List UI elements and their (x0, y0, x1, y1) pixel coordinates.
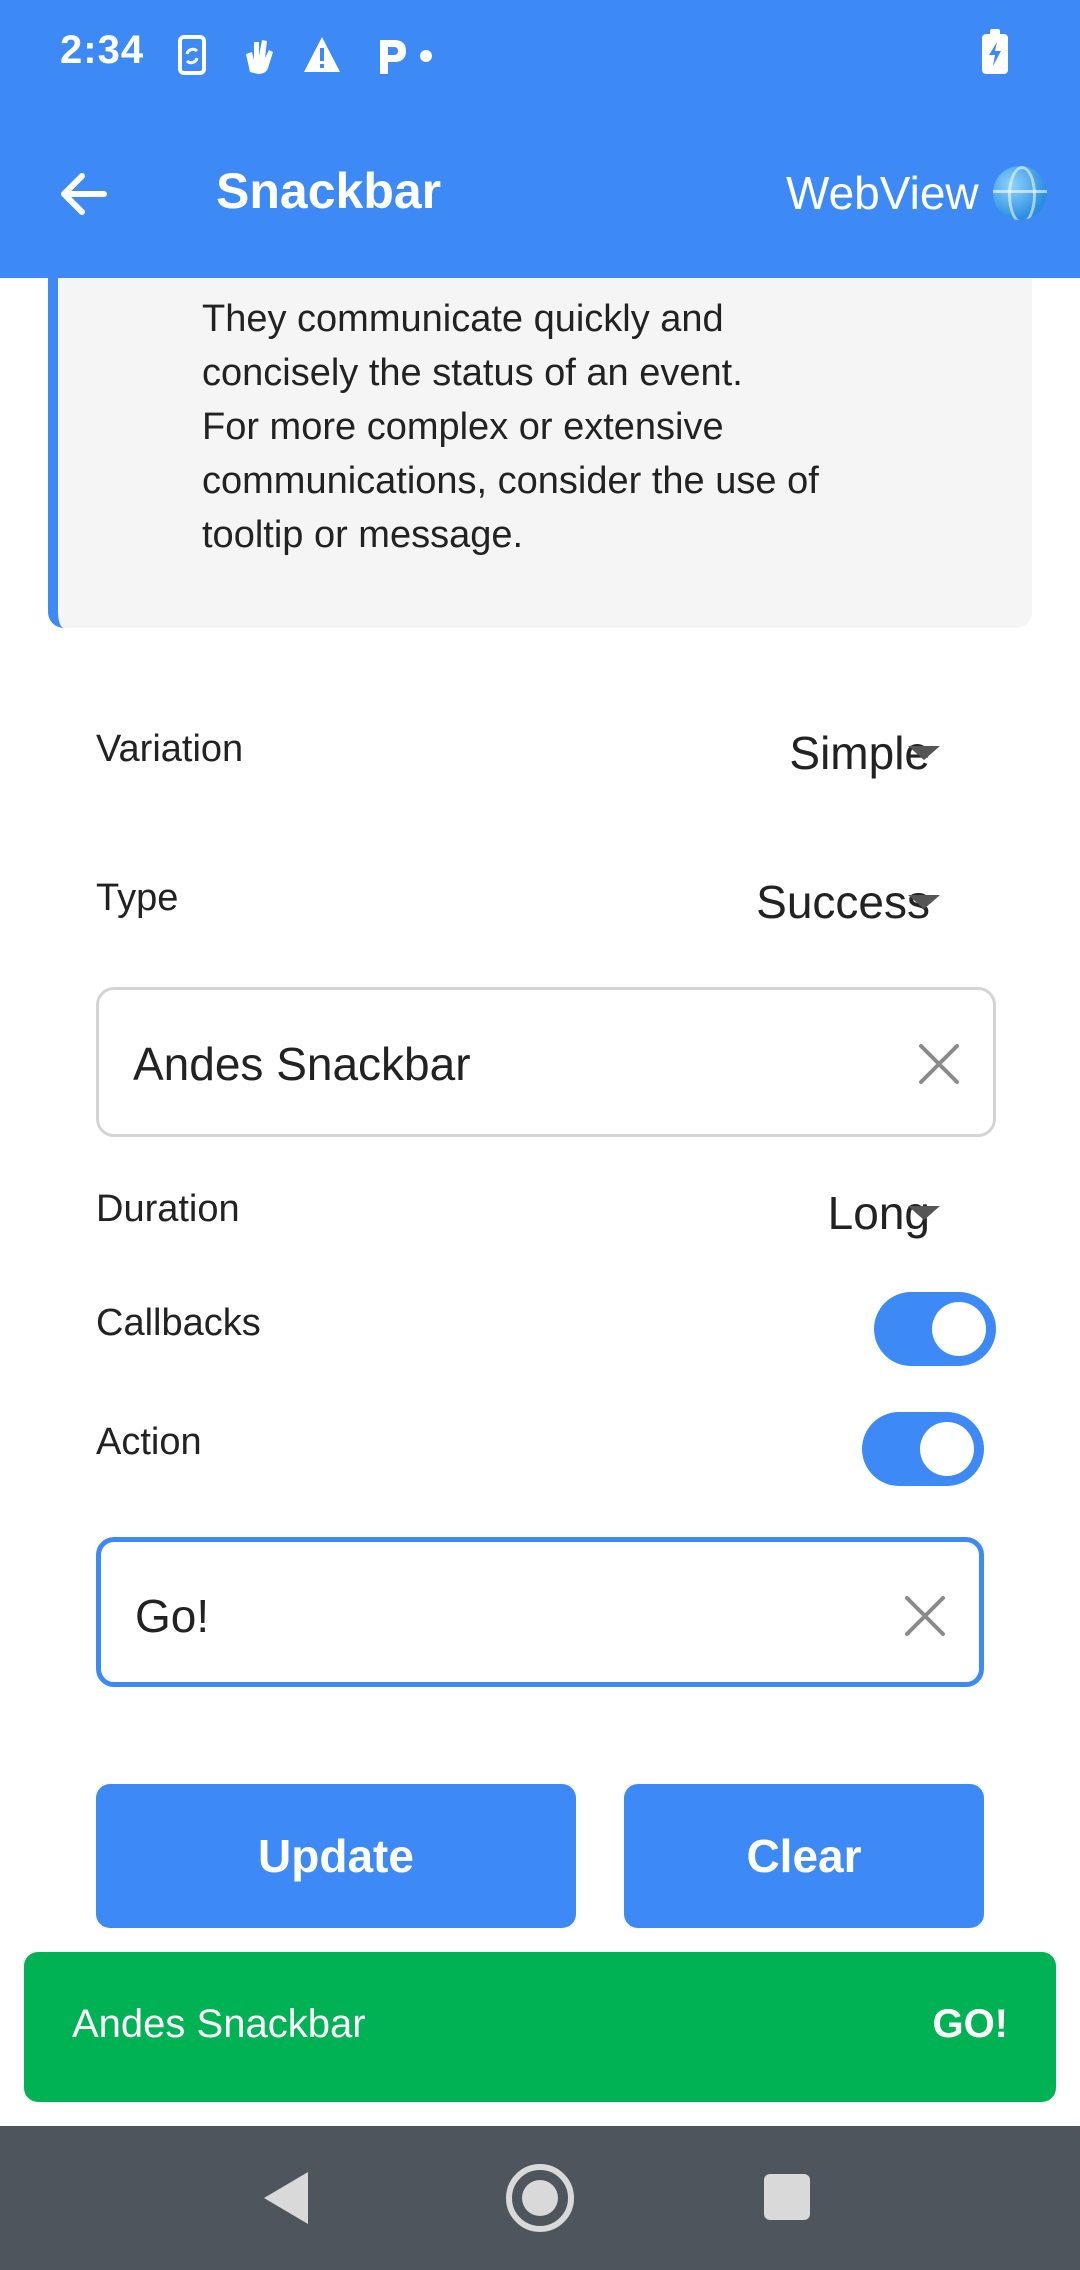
close-icon[interactable] (915, 1040, 963, 1088)
snackbar-text-input[interactable] (133, 1030, 873, 1098)
clear-button[interactable]: Clear (624, 1784, 984, 1928)
globe-icon (992, 166, 1047, 220)
info-line: concisely the status of an event. (202, 352, 743, 394)
chevron-down-icon[interactable] (908, 1206, 940, 1220)
webview-label: WebView (786, 167, 979, 219)
type-label: Type (96, 877, 179, 919)
status-time: 2:34 (60, 28, 145, 72)
arrow-back-icon[interactable] (52, 162, 116, 226)
nav-back-icon[interactable] (264, 2172, 308, 2224)
webview-link[interactable]: WebView (786, 166, 1047, 220)
warning-icon (304, 37, 340, 72)
snackbar: Andes Snackbar GO! (24, 1952, 1056, 2102)
update-button[interactable]: Update (96, 1784, 576, 1928)
snackbar-message: Andes Snackbar (72, 2002, 366, 2046)
info-line: For more complex or extensive (202, 406, 724, 448)
info-line: They communicate quickly and (202, 298, 724, 340)
action-text-field[interactable] (96, 1537, 984, 1687)
parking-icon (380, 40, 406, 74)
callbacks-label: Callbacks (96, 1302, 261, 1344)
snackbar-action-button[interactable]: GO! (932, 2002, 1008, 2047)
status-bar: 2:34 (0, 0, 1080, 110)
top-bar: 2:34 Snackbar WebView (0, 0, 1080, 278)
hand-gesture-icon (246, 40, 273, 74)
system-nav-bar (0, 2126, 1080, 2270)
info-card: They communicate quickly and concisely t… (48, 278, 1032, 628)
nav-home-icon[interactable] (506, 2164, 574, 2232)
chevron-down-icon[interactable] (908, 746, 940, 760)
action-text-input[interactable] (135, 1582, 875, 1650)
type-value[interactable]: Success (756, 875, 930, 929)
duration-label: Duration (96, 1188, 240, 1230)
info-line: communications, consider the use of (202, 460, 819, 502)
action-label: Action (96, 1421, 202, 1463)
nav-recents-icon[interactable] (764, 2174, 810, 2220)
info-line: tooltip or message. (202, 514, 524, 556)
action-toggle[interactable] (862, 1412, 984, 1486)
chevron-down-icon[interactable] (908, 895, 940, 909)
callbacks-toggle[interactable] (874, 1292, 996, 1366)
battery-charging-icon (982, 29, 1008, 74)
close-icon[interactable] (901, 1592, 949, 1640)
info-text: They communicate quickly and concisely t… (202, 292, 1022, 562)
toggle-knob (932, 1302, 986, 1356)
toggle-knob (920, 1422, 974, 1476)
variation-label: Variation (96, 728, 244, 770)
phone-sync-icon (178, 35, 206, 75)
snackbar-text-field[interactable] (96, 987, 996, 1137)
page-title: Snackbar (216, 163, 442, 219)
app-bar: Snackbar WebView (0, 110, 1080, 278)
notification-dot-icon (420, 50, 432, 62)
